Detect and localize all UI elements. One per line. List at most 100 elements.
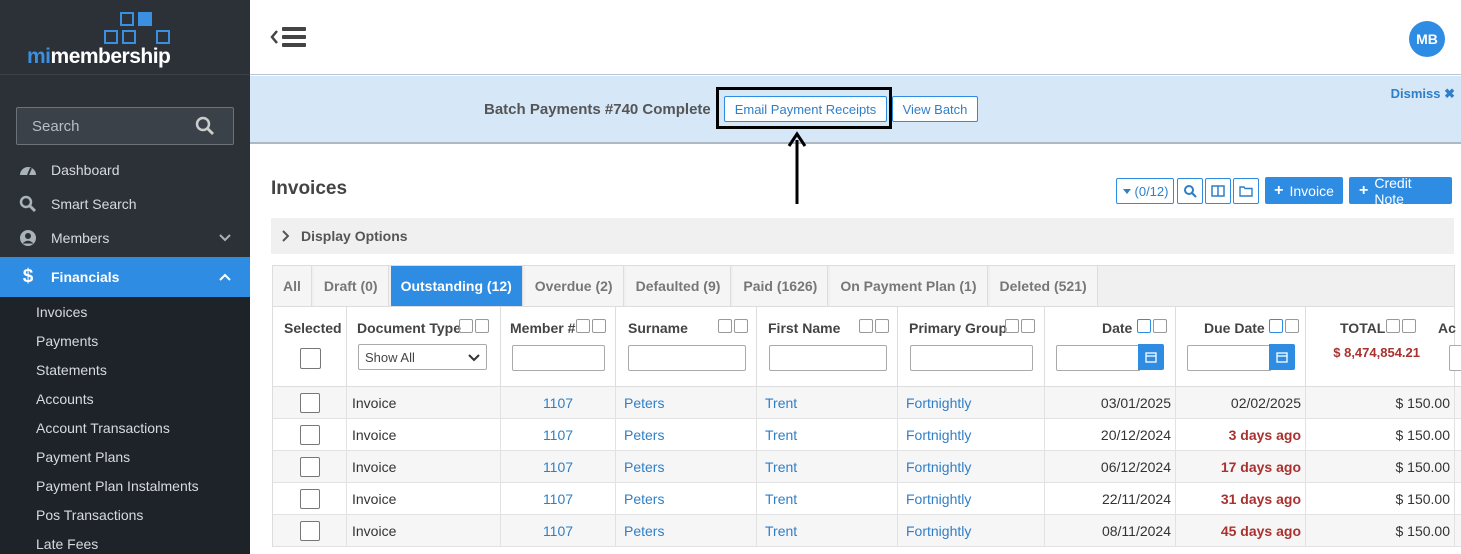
sidebar-search-input[interactable] (17, 108, 187, 144)
row-checkbox[interactable] (299, 457, 320, 477)
visibility-icon[interactable] (592, 319, 606, 333)
cell-member-number[interactable]: 1107 (501, 451, 616, 483)
logo[interactable]: mimembership (0, 0, 250, 75)
first-name-filter-input[interactable] (769, 345, 887, 371)
cell-primary-group[interactable]: Fortnightly (898, 483, 1045, 515)
sidebar-item-dashboard[interactable]: Dashboard (0, 153, 250, 187)
cell-surname[interactable]: Peters (616, 387, 757, 419)
tab-draft[interactable]: Draft (0) (313, 266, 389, 306)
visibility-icon[interactable] (1285, 319, 1299, 333)
tab-deleted[interactable]: Deleted (521) (989, 266, 1098, 306)
table-row[interactable]: Invoice 1107 Peters Trent Fortnightly 06… (273, 451, 1461, 483)
cell-first-name[interactable]: Trent (757, 387, 898, 419)
sidebar-item-invoices[interactable]: Invoices (0, 297, 250, 326)
calendar-icon[interactable] (1269, 344, 1295, 370)
search-button[interactable] (1177, 178, 1203, 204)
cell-member-number[interactable]: 1107 (501, 419, 616, 451)
table-row[interactable]: Invoice 1107 Peters Trent Fortnightly 03… (273, 387, 1461, 419)
row-checkbox[interactable] (299, 393, 320, 413)
visibility-icon[interactable] (475, 319, 489, 333)
column-document-type-title[interactable]: Document Type (357, 320, 461, 336)
row-checkbox[interactable] (299, 521, 320, 541)
column-due-date-title[interactable]: Due Date (1204, 320, 1265, 336)
sort-icon[interactable] (1005, 319, 1019, 333)
sort-icon[interactable] (1386, 319, 1400, 333)
cell-first-name[interactable]: Trent (757, 451, 898, 483)
selection-dropdown-button[interactable]: (0/12) (1116, 178, 1174, 204)
sidebar-item-statements[interactable]: Statements (0, 355, 250, 384)
add-credit-note-button[interactable]: + Credit Note (1349, 175, 1452, 207)
sort-icon[interactable] (718, 319, 732, 333)
tab-defaulted[interactable]: Defaulted (9) (625, 266, 732, 306)
primary-group-filter-input[interactable] (910, 345, 1033, 371)
sidebar-item-smart-search[interactable]: Smart Search (0, 187, 250, 221)
tab-paid[interactable]: Paid (1626) (733, 266, 829, 306)
actions-filter-input[interactable] (1449, 345, 1461, 371)
sidebar-item-payment-plan-instalments[interactable]: Payment Plan Instalments (0, 471, 250, 500)
sort-icon[interactable] (576, 319, 590, 333)
calendar-icon[interactable] (1138, 344, 1164, 370)
visibility-icon[interactable] (1153, 319, 1167, 333)
sort-icon[interactable] (859, 319, 873, 333)
folder-button[interactable] (1233, 178, 1259, 204)
row-checkbox[interactable] (299, 489, 320, 509)
cell-primary-group[interactable]: Fortnightly (898, 419, 1045, 451)
cell-first-name[interactable]: Trent (757, 483, 898, 515)
due-date-filter-input[interactable] (1187, 345, 1271, 371)
tab-overdue[interactable]: Overdue (2) (524, 266, 624, 306)
cell-member-number[interactable]: 1107 (501, 387, 616, 419)
add-invoice-button[interactable]: + Invoice (1265, 177, 1343, 204)
sidebar-item-financials[interactable]: $ Financials (0, 257, 250, 297)
avatar[interactable]: MB (1409, 21, 1445, 57)
tab-all[interactable]: All (273, 266, 312, 306)
visibility-icon[interactable] (734, 319, 748, 333)
column-date-title[interactable]: Date (1102, 320, 1132, 336)
member-number-filter-input[interactable] (512, 345, 605, 371)
cell-primary-group[interactable]: Fortnightly (898, 387, 1045, 419)
table-row[interactable]: Invoice 1107 Peters Trent Fortnightly 22… (273, 483, 1461, 515)
sidebar-item-account-transactions[interactable]: Account Transactions (0, 413, 250, 442)
columns-button[interactable] (1205, 178, 1231, 204)
cell-surname[interactable]: Peters (616, 451, 757, 483)
tab-outstanding[interactable]: Outstanding (12) (390, 266, 523, 306)
cell-surname[interactable]: Peters (616, 515, 757, 547)
display-options-toggle[interactable]: Display Options (271, 218, 1454, 254)
column-total-title[interactable]: TOTAL (1340, 320, 1385, 336)
cell-member-number[interactable]: 1107 (501, 515, 616, 547)
date-filter-input[interactable] (1056, 345, 1140, 371)
column-surname-title[interactable]: Surname (628, 320, 688, 336)
menu-toggle-icon[interactable] (270, 25, 308, 49)
sidebar-item-members[interactable]: Members (0, 221, 250, 255)
select-all-checkbox[interactable] (300, 348, 321, 369)
sidebar-item-late-fees[interactable]: Late Fees (0, 529, 250, 554)
document-type-select[interactable]: Show All (358, 344, 487, 370)
cell-primary-group[interactable]: Fortnightly (898, 451, 1045, 483)
row-checkbox[interactable] (299, 425, 320, 445)
cell-member-number[interactable]: 1107 (501, 483, 616, 515)
sidebar-item-pos-transactions[interactable]: Pos Transactions (0, 500, 250, 529)
sidebar-item-payment-plans[interactable]: Payment Plans (0, 442, 250, 471)
column-first-name-title[interactable]: First Name (768, 320, 840, 336)
dismiss-button[interactable]: Dismiss ✖ (1391, 86, 1455, 102)
cell-first-name[interactable]: Trent (757, 515, 898, 547)
table-row[interactable]: Invoice 1107 Peters Trent Fortnightly 20… (273, 419, 1461, 451)
sort-desc-icon[interactable] (1269, 319, 1283, 333)
table-row[interactable]: Invoice 1107 Peters Trent Fortnightly 08… (273, 515, 1461, 547)
tab-on-payment-plan[interactable]: On Payment Plan (1) (830, 266, 988, 306)
visibility-icon[interactable] (1021, 319, 1035, 333)
sort-icon[interactable] (459, 319, 473, 333)
visibility-icon[interactable] (875, 319, 889, 333)
cell-primary-group[interactable]: Fortnightly (898, 515, 1045, 547)
sort-desc-icon[interactable] (1137, 319, 1151, 333)
cell-surname[interactable]: Peters (616, 419, 757, 451)
sidebar-item-payments[interactable]: Payments (0, 326, 250, 355)
surname-filter-input[interactable] (628, 345, 746, 371)
column-member-number-title[interactable]: Member # (510, 320, 575, 336)
sidebar-item-accounts[interactable]: Accounts (0, 384, 250, 413)
column-primary-group-title[interactable]: Primary Group (909, 320, 1007, 336)
visibility-icon[interactable] (1402, 319, 1416, 333)
search-icon[interactable] (195, 116, 215, 136)
cell-surname[interactable]: Peters (616, 483, 757, 515)
cell-first-name[interactable]: Trent (757, 419, 898, 451)
view-batch-button[interactable]: View Batch (892, 96, 978, 122)
